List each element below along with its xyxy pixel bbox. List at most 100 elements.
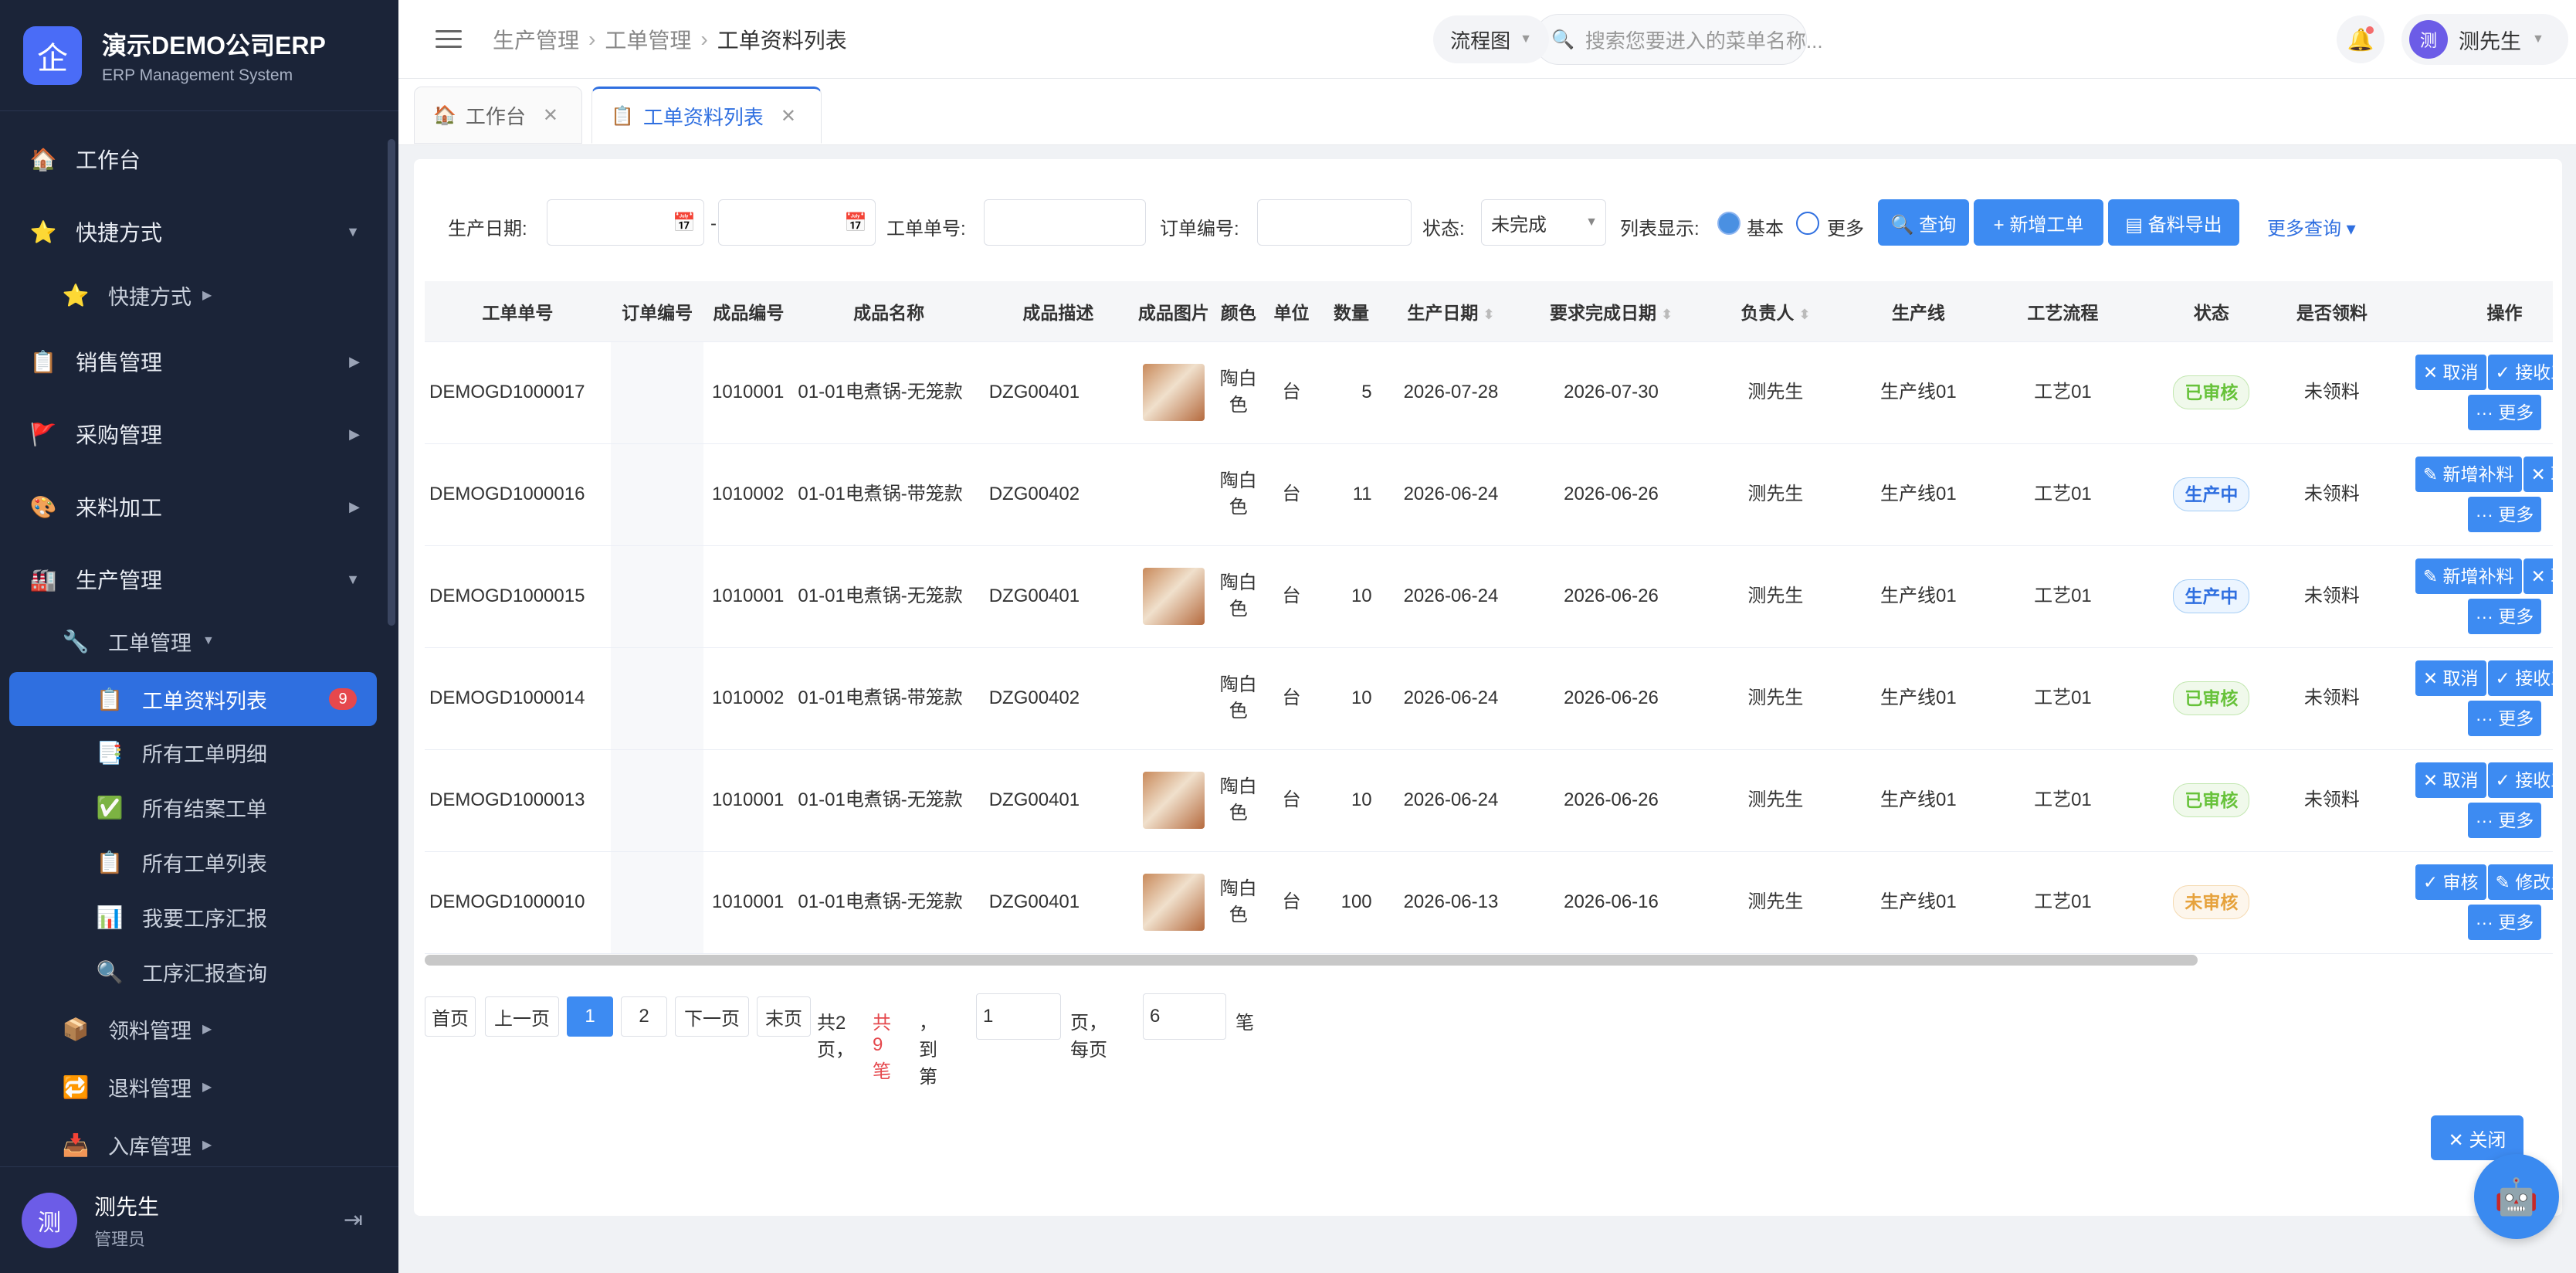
col-header[interactable]: 成品描述 — [984, 281, 1133, 342]
workorder-no-input[interactable] — [984, 199, 1146, 246]
sidebar-item-material-return[interactable]: 🔁 退料管理 ▶ — [60, 1067, 212, 1107]
tab-workorder-list[interactable]: 📋 工单资料列表 ✕ — [591, 87, 822, 144]
order-no-input[interactable] — [1257, 199, 1412, 246]
goto-page-input[interactable]: 1 — [976, 993, 1061, 1040]
sidebar-item-workbench[interactable]: 🏠 工作台 — [28, 137, 377, 181]
col-header[interactable]: 状态 — [2138, 281, 2285, 342]
product-thumbnail[interactable] — [1142, 874, 1205, 931]
col-header[interactable]: 成品名称 — [793, 281, 985, 342]
per-page-input[interactable]: 6 — [1143, 993, 1226, 1040]
col-header-sortable[interactable]: 要求完成日期 ⬍ — [1520, 281, 1702, 342]
more-button[interactable]: ··· 更多 — [2467, 803, 2542, 838]
col-header-sortable[interactable]: 负责人 ⬍ — [1701, 281, 1850, 342]
sidebar-item-stock-in[interactable]: 📥 入库管理 ▶ — [60, 1125, 212, 1163]
bell-icon[interactable]: 🔔 — [2337, 15, 2384, 63]
op-button-1[interactable]: ✎ 新增补料 — [2415, 558, 2522, 594]
date-end-input[interactable]: 📅 — [718, 199, 876, 246]
display-basic-radio[interactable] — [1717, 212, 1740, 235]
op-button-2[interactable]: ✓ 接收工单 — [2487, 355, 2553, 390]
avatar[interactable]: 测 — [22, 1192, 77, 1248]
next-page-button[interactable]: 下一页 — [675, 996, 749, 1037]
col-header[interactable]: 工艺流程 — [1987, 281, 2139, 342]
product-thumbnail[interactable] — [1142, 364, 1205, 421]
sidebar-item-sales[interactable]: 📋 销售管理 ▶ — [28, 340, 377, 383]
more-button[interactable]: ··· 更多 — [2467, 497, 2542, 532]
sidebar-item-material-pick[interactable]: 📦 领料管理 ▶ — [60, 1009, 212, 1049]
sort-icon[interactable]: ⬍ — [1798, 307, 1810, 322]
breadcrumb-item[interactable]: 工单管理 — [605, 24, 691, 55]
table-row[interactable]: DEMOGD1000015 1010001 01-01电煮锅-无笼款 DZG00401… — [425, 545, 2553, 648]
close-button[interactable]: ✕ 关闭 — [2431, 1115, 2523, 1160]
close-icon[interactable]: ✕ — [781, 105, 796, 127]
display-more-radio[interactable] — [1796, 212, 1819, 235]
material-export-button[interactable]: ▤ 备料导出 — [2108, 199, 2239, 246]
table-row[interactable]: DEMOGD1000014 1010002 01-01电煮锅-带笼款 DZG00402… — [425, 647, 2553, 750]
last-page-button[interactable]: 末页 — [757, 996, 811, 1037]
breadcrumb-item[interactable]: 生产管理 — [493, 24, 579, 55]
status-select[interactable]: 未完成 ▼ — [1481, 199, 1606, 246]
sidebar-item-all-details[interactable]: 📑 所有工单明细 — [94, 732, 377, 772]
more-button[interactable]: ··· 更多 — [2467, 905, 2542, 940]
col-header[interactable]: 订单编号 — [610, 281, 704, 342]
col-header[interactable]: 是否领料 — [2284, 281, 2380, 342]
col-header-sortable[interactable]: 生产日期 ⬍ — [1381, 281, 1521, 342]
product-thumbnail[interactable] — [1142, 568, 1205, 625]
col-header[interactable]: 颜色 — [1215, 281, 1262, 342]
sort-icon[interactable]: ⬍ — [1661, 307, 1673, 322]
more-button[interactable]: ··· 更多 — [2467, 599, 2542, 634]
more-query-link[interactable]: 更多查询 ▾ — [2267, 213, 2356, 240]
sidebar-item-processing[interactable]: 🎨 来料加工 ▶ — [28, 485, 377, 528]
more-button[interactable]: ··· 更多 — [2467, 701, 2542, 736]
sidebar-item-report-query[interactable]: 🔍 工序汇报查询 — [94, 952, 377, 992]
op-button-1[interactable]: ✕ 取消 — [2415, 355, 2486, 390]
table-row[interactable]: DEMOGD1000016 1010002 01-01电煮锅-带笼款 DZG00402… — [425, 443, 2553, 546]
op-button-1[interactable]: ✓ 审核 — [2415, 864, 2486, 900]
op-button-2[interactable]: ✕ 取消 — [2523, 457, 2553, 492]
table-row[interactable]: DEMOGD1000013 1010001 01-01电煮锅-无笼款 DZG00401… — [425, 749, 2553, 852]
op-button-2[interactable]: ✓ 接收工单 — [2487, 660, 2553, 696]
flowchart-dropdown[interactable]: 流程图 ▼ — [1433, 15, 1549, 63]
close-icon[interactable]: ✕ — [543, 104, 558, 127]
op-button-2[interactable]: ✓ 接收工单 — [2487, 762, 2553, 798]
menu-toggle-icon[interactable] — [436, 25, 462, 53]
table-row[interactable]: DEMOGD1000010 1010001 01-01电煮锅-无笼款 DZG00401… — [425, 851, 2553, 954]
first-page-button[interactable]: 首页 — [425, 996, 476, 1037]
col-header[interactable]: 数量 — [1321, 281, 1381, 342]
sidebar-scrollbar[interactable] — [388, 139, 395, 626]
sort-icon[interactable]: ⬍ — [1483, 307, 1494, 322]
header-user-menu[interactable]: 测 测先生 ▼ — [2401, 14, 2568, 65]
add-workorder-button[interactable]: + 新增工单 — [1974, 199, 2103, 246]
sidebar-item-production[interactable]: 🏭 生产管理 ▼ — [28, 558, 377, 601]
sidebar-item-report-process[interactable]: 📊 我要工序汇报 — [94, 897, 377, 937]
more-button[interactable]: ··· 更多 — [2467, 395, 2542, 430]
op-button-2[interactable]: ✎ 修改主档 — [2487, 864, 2553, 900]
col-header[interactable]: 操作 — [2379, 281, 2553, 342]
page-2-button[interactable]: 2 — [621, 996, 667, 1037]
sidebar-item-purchase[interactable]: 🚩 采购管理 ▶ — [28, 412, 377, 456]
op-button-1[interactable]: ✎ 新增补料 — [2415, 457, 2522, 492]
sidebar-item-workorder-list[interactable]: 📋 工单资料列表 9 — [9, 672, 377, 726]
col-header[interactable]: 成品编号 — [703, 281, 794, 342]
logout-icon[interactable]: ⇥ — [344, 1207, 363, 1234]
table-row[interactable]: DEMOGD1000017 1010001 01-01电煮锅-无笼款 DZG00401… — [425, 341, 2553, 444]
sidebar-item-closed-orders[interactable]: ✅ 所有结案工单 — [94, 787, 377, 827]
prev-page-button[interactable]: 上一页 — [485, 996, 559, 1037]
tab-workbench[interactable]: 🏠 工作台 ✕ — [414, 87, 582, 144]
col-header[interactable]: 生产线 — [1849, 281, 1988, 342]
col-header[interactable]: 单位 — [1261, 281, 1322, 342]
sidebar-item-workorder-mgmt[interactable]: 🔧 工单管理 ▼ — [60, 621, 215, 661]
sidebar-item-shortcuts-sub[interactable]: ⭐ 快捷方式 ▶ — [60, 275, 212, 315]
query-button[interactable]: 🔍 查询 — [1878, 199, 1969, 246]
op-button-1[interactable]: ✕ 取消 — [2415, 660, 2486, 696]
op-button-2[interactable]: ✕ 取消 — [2523, 558, 2553, 594]
op-button-1[interactable]: ✕ 取消 — [2415, 762, 2486, 798]
date-start-input[interactable]: 📅 — [547, 199, 704, 246]
assistant-robot-icon[interactable]: 🤖 — [2474, 1154, 2559, 1239]
col-header[interactable]: 成品图片 — [1132, 281, 1215, 342]
col-header[interactable]: 工单单号 — [425, 281, 611, 342]
sidebar-item-all-orders[interactable]: 📋 所有工单列表 — [94, 842, 377, 882]
page-1-button[interactable]: 1 — [567, 996, 613, 1037]
product-thumbnail[interactable] — [1142, 772, 1205, 829]
horizontal-scrollbar[interactable] — [425, 955, 2198, 966]
sidebar-item-shortcuts[interactable]: ⭐ 快捷方式 ▼ — [28, 210, 377, 253]
